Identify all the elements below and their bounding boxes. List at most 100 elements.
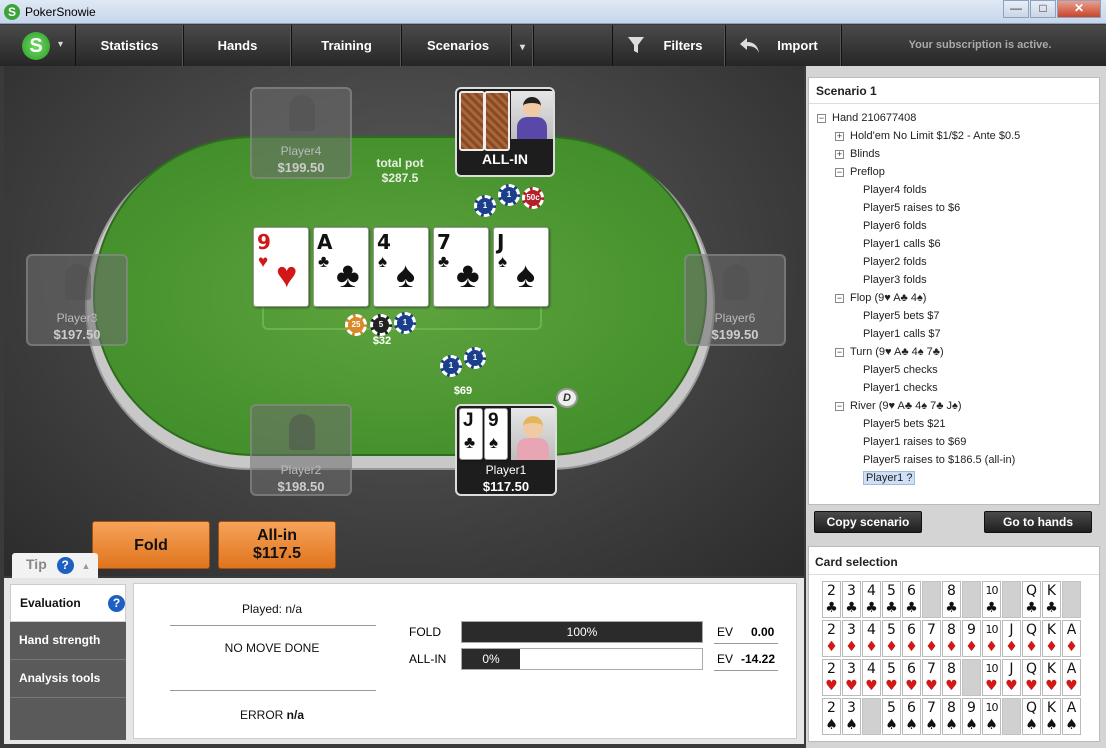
card-select-button[interactable]: 9 ♠ bbox=[962, 698, 981, 735]
card-select-button[interactable]: 5 ♥ bbox=[882, 659, 901, 696]
collapse-icon[interactable]: − bbox=[835, 167, 844, 177]
tree-item[interactable]: + Hold'em No Limit $1/$2 - Ante $0.5 bbox=[835, 130, 1020, 142]
card-select-button[interactable]: K ♥ bbox=[1042, 659, 1061, 696]
tree-item[interactable]: − Preflop bbox=[835, 166, 885, 178]
card-select-button[interactable]: Q ♣ bbox=[1022, 581, 1041, 618]
go-to-hands-button[interactable]: Go to hands bbox=[984, 511, 1092, 533]
collapse-icon[interactable]: − bbox=[835, 401, 844, 411]
tree-item[interactable]: Player3 folds bbox=[863, 274, 927, 286]
tree-item[interactable]: Player1 raises to $69 bbox=[863, 436, 966, 448]
card-select-button[interactable]: 6 ♥ bbox=[902, 659, 921, 696]
tree-item[interactable]: + Blinds bbox=[835, 148, 880, 160]
fold-button[interactable]: Fold bbox=[92, 521, 210, 569]
menu-training[interactable]: Training bbox=[292, 25, 402, 66]
card-select-button[interactable]: J ♦ bbox=[1002, 620, 1021, 657]
menu-hands[interactable]: Hands bbox=[184, 25, 292, 66]
card-select-button[interactable]: A ♦ bbox=[1062, 620, 1081, 657]
card-select-button[interactable]: 5 ♠ bbox=[882, 698, 901, 735]
card-select-button[interactable]: 9 ♦ bbox=[962, 620, 981, 657]
card-slot-empty[interactable] bbox=[1062, 581, 1081, 618]
maximize-button[interactable]: □ bbox=[1030, 0, 1056, 18]
close-button[interactable]: ✕ bbox=[1057, 0, 1101, 18]
card-select-button[interactable]: 10 ♠ bbox=[982, 698, 1001, 735]
allin-button[interactable]: All-in $117.5 bbox=[218, 521, 336, 569]
card-select-button[interactable]: 6 ♣ bbox=[902, 581, 921, 618]
card-select-button[interactable]: 3 ♦ bbox=[842, 620, 861, 657]
tip-tab[interactable]: Tip ? ▲ bbox=[12, 553, 98, 578]
tree-item[interactable]: Player4 folds bbox=[863, 184, 927, 196]
tree-item[interactable]: Player1 calls $7 bbox=[863, 328, 941, 340]
tab-hand-strength[interactable]: Hand strength bbox=[10, 622, 126, 660]
card-select-button[interactable]: 8 ♦ bbox=[942, 620, 961, 657]
tree-item[interactable]: Player5 raises to $186.5 (all-in) bbox=[863, 454, 1015, 466]
card-select-button[interactable]: 2 ♣ bbox=[822, 581, 841, 618]
tree-item[interactable]: − River (9♥ A♣ 4♠ 7♣ J♠) bbox=[835, 400, 962, 412]
card-select-button[interactable]: 3 ♣ bbox=[842, 581, 861, 618]
card-select-button[interactable]: 2 ♦ bbox=[822, 620, 841, 657]
tree-item[interactable]: Player5 bets $7 bbox=[863, 310, 939, 322]
minimize-button[interactable]: — bbox=[1003, 0, 1029, 18]
scenarios-dropdown-button[interactable]: ▾ bbox=[512, 25, 534, 66]
card-select-button[interactable]: 7 ♦ bbox=[922, 620, 941, 657]
card-select-button[interactable]: A ♥ bbox=[1062, 659, 1081, 696]
card-select-button[interactable]: J ♥ bbox=[1002, 659, 1021, 696]
card-select-button[interactable]: 4 ♥ bbox=[862, 659, 881, 696]
card-slot-empty[interactable] bbox=[922, 581, 941, 618]
tab-evaluation[interactable]: Evaluation ? bbox=[10, 584, 126, 622]
card-select-button[interactable]: 5 ♦ bbox=[882, 620, 901, 657]
card-select-button[interactable]: 4 ♦ bbox=[862, 620, 881, 657]
help-icon[interactable]: ? bbox=[56, 557, 74, 574]
card-slot-empty[interactable] bbox=[962, 581, 981, 618]
card-select-button[interactable]: 3 ♠ bbox=[842, 698, 861, 735]
collapse-icon[interactable]: − bbox=[835, 293, 844, 303]
tree-item[interactable]: Player2 folds bbox=[863, 256, 927, 268]
card-select-button[interactable]: 10 ♣ bbox=[982, 581, 1001, 618]
tree-item[interactable]: Player1 checks bbox=[863, 382, 938, 394]
menu-statistics[interactable]: Statistics bbox=[76, 25, 184, 66]
card-select-button[interactable]: 3 ♥ bbox=[842, 659, 861, 696]
help-icon[interactable]: ? bbox=[108, 595, 125, 612]
collapse-icon[interactable]: − bbox=[835, 347, 844, 357]
card-select-button[interactable]: 8 ♣ bbox=[942, 581, 961, 618]
card-slot-empty[interactable] bbox=[862, 698, 881, 735]
collapse-icon[interactable]: ▲ bbox=[82, 561, 91, 571]
card-select-button[interactable]: 8 ♠ bbox=[942, 698, 961, 735]
card-select-button[interactable]: 5 ♣ bbox=[882, 581, 901, 618]
card-select-button[interactable]: K ♦ bbox=[1042, 620, 1061, 657]
tree-item[interactable]: − Turn (9♥ A♣ 4♠ 7♣) bbox=[835, 346, 944, 358]
tree-item[interactable]: Player5 checks bbox=[863, 364, 938, 376]
card-select-button[interactable]: 2 ♠ bbox=[822, 698, 841, 735]
card-slot-empty[interactable] bbox=[1002, 581, 1021, 618]
card-select-button[interactable]: Q ♥ bbox=[1022, 659, 1041, 696]
tree-item[interactable]: Player5 bets $21 bbox=[863, 418, 946, 430]
tree-item[interactable]: Player5 raises to $6 bbox=[863, 202, 960, 214]
card-slot-empty[interactable] bbox=[962, 659, 981, 696]
tab-analysis-tools[interactable]: Analysis tools bbox=[10, 660, 126, 698]
card-select-button[interactable]: K ♣ bbox=[1042, 581, 1061, 618]
card-select-button[interactable]: A ♠ bbox=[1062, 698, 1081, 735]
main-menu-button[interactable]: S ▾ bbox=[0, 25, 76, 66]
tree-item[interactable]: Player6 folds bbox=[863, 220, 927, 232]
card-select-button[interactable]: 6 ♠ bbox=[902, 698, 921, 735]
card-select-button[interactable]: Q ♦ bbox=[1022, 620, 1041, 657]
card-select-button[interactable]: 7 ♠ bbox=[922, 698, 941, 735]
card-select-button[interactable]: K ♠ bbox=[1042, 698, 1061, 735]
card-select-button[interactable]: 2 ♥ bbox=[822, 659, 841, 696]
menu-scenarios[interactable]: Scenarios bbox=[402, 25, 512, 66]
collapse-icon[interactable]: − bbox=[817, 113, 826, 123]
card-select-button[interactable]: 4 ♣ bbox=[862, 581, 881, 618]
expand-icon[interactable]: + bbox=[835, 149, 844, 159]
card-select-button[interactable]: 7 ♥ bbox=[922, 659, 941, 696]
import-button[interactable]: Import bbox=[726, 25, 842, 66]
tree-item[interactable]: − Flop (9♥ A♣ 4♠) bbox=[835, 292, 926, 304]
card-select-button[interactable]: 6 ♦ bbox=[902, 620, 921, 657]
tree-item[interactable]: − Hand 210677408 bbox=[817, 112, 916, 124]
filters-button[interactable]: Filters bbox=[612, 25, 726, 66]
card-select-button[interactable]: Q ♠ bbox=[1022, 698, 1041, 735]
card-select-button[interactable]: 10 ♥ bbox=[982, 659, 1001, 696]
card-select-button[interactable]: 8 ♥ bbox=[942, 659, 961, 696]
card-select-button[interactable]: 10 ♦ bbox=[982, 620, 1001, 657]
expand-icon[interactable]: + bbox=[835, 131, 844, 141]
tree-item-selected[interactable]: Player1 ? bbox=[863, 471, 916, 485]
copy-scenario-button[interactable]: Copy scenario bbox=[814, 511, 922, 533]
